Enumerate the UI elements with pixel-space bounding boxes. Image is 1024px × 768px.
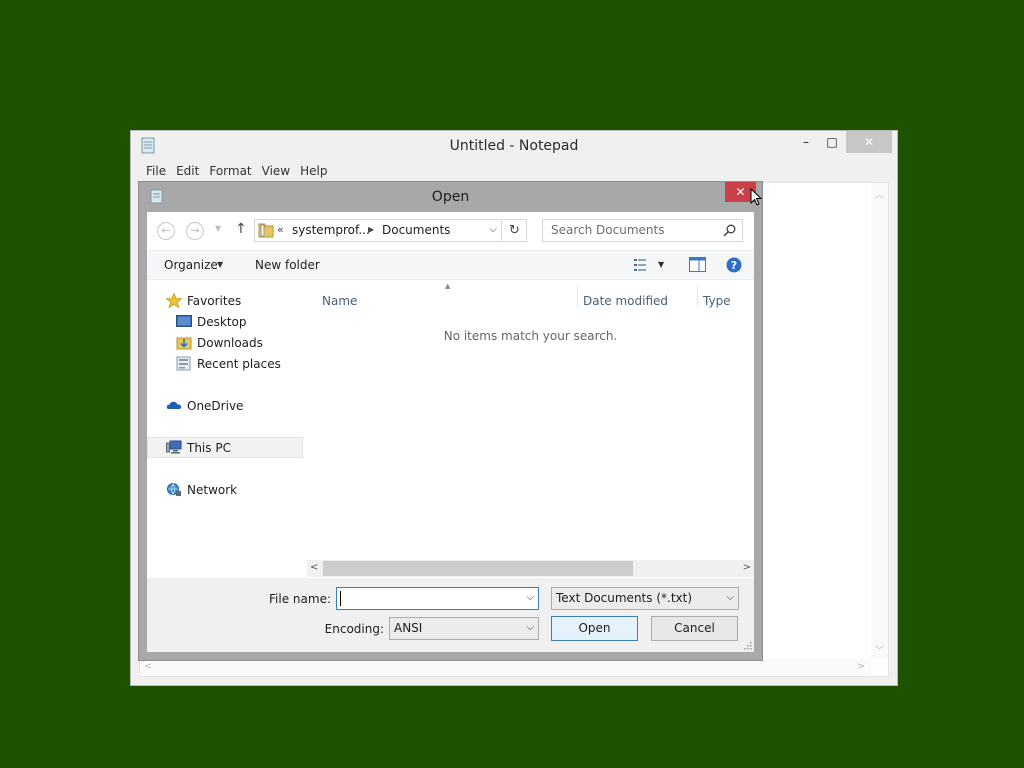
mouse-cursor-icon — [750, 188, 762, 206]
sort-ascending-icon: ▲ — [445, 282, 451, 290]
downloads-folder-icon — [176, 337, 192, 350]
navigation-pane: Favorites Desktop Downloads Recent place… — [147, 282, 305, 582]
organize-button[interactable]: Organize — [164, 258, 218, 272]
menu-edit[interactable]: Edit — [176, 161, 199, 182]
file-type-dropdown-icon[interactable]: ⌵ — [726, 592, 734, 603]
notepad-menu-bar: File Edit Format View Help — [131, 161, 897, 182]
scroll-right-icon[interactable]: > — [857, 661, 865, 672]
menu-help[interactable]: Help — [300, 161, 327, 182]
cancel-button[interactable]: Cancel — [651, 616, 738, 641]
column-header-type[interactable]: Type — [703, 294, 731, 308]
menu-file[interactable]: File — [146, 161, 166, 182]
notepad-title: Untitled - Notepad — [449, 138, 579, 154]
this-pc-icon — [166, 440, 182, 454]
nav-item-recent-places[interactable]: Recent places — [147, 353, 303, 374]
preview-pane-icon[interactable] — [689, 257, 706, 272]
address-bar[interactable]: « systemprof... ▶ Documents ⌵ — [254, 219, 502, 242]
scroll-left-icon[interactable]: < — [310, 562, 318, 573]
minimize-button[interactable]: – — [793, 131, 819, 153]
notepad-title-bar[interactable]: Untitled - Notepad – □ ✕ — [131, 131, 897, 161]
vertical-scrollbar[interactable]: ︿ ﹀ — [871, 183, 888, 659]
nav-item-this-pc[interactable]: This PC — [147, 437, 303, 458]
column-header-date-modified[interactable]: Date modified — [583, 294, 668, 308]
file-name-label: File name: — [269, 592, 331, 606]
network-icon — [167, 483, 181, 496]
new-folder-button[interactable]: New folder — [255, 258, 320, 272]
text-cursor — [340, 591, 341, 606]
nav-label-onedrive: OneDrive — [187, 399, 244, 413]
back-button[interactable]: ← — [157, 222, 175, 240]
horizontal-scrollbar[interactable]: < > — [140, 659, 871, 676]
command-bar: Organize ▼ New folder ▼ ? — [147, 250, 754, 280]
dialog-bottom-panel: File name: ⌵ Text Documents (*.txt) ⌵ En… — [147, 578, 754, 652]
file-type-value: Text Documents (*.txt) — [556, 591, 693, 605]
recent-places-icon — [176, 356, 191, 371]
dialog-title-bar[interactable]: Open ✕ — [139, 182, 762, 212]
nav-label-recent-places: Recent places — [197, 357, 281, 371]
forward-button[interactable]: → — [186, 222, 204, 240]
refresh-button[interactable]: ↻ — [503, 219, 527, 242]
close-button[interactable]: ✕ — [846, 131, 892, 153]
open-button[interactable]: Open — [551, 616, 638, 641]
change-view-icon[interactable] — [634, 258, 650, 272]
file-name-dropdown-icon[interactable]: ⌵ — [526, 592, 534, 603]
help-icon[interactable]: ? — [726, 257, 742, 273]
open-dialog: Open ✕ ← → ▼ ↑ « systemprof... ▶ Documen… — [138, 181, 763, 661]
recent-locations-dropdown-icon[interactable]: ▼ — [215, 224, 221, 233]
column-divider[interactable] — [577, 286, 578, 306]
encoding-select[interactable]: ANSI ⌵ — [389, 617, 539, 640]
scroll-up-icon[interactable]: ︿ — [871, 186, 888, 201]
encoding-value: ANSI — [394, 621, 423, 635]
nav-label-this-pc: This PC — [187, 441, 231, 455]
nav-item-onedrive[interactable]: OneDrive — [147, 395, 303, 416]
search-placeholder: Search Documents — [551, 223, 665, 237]
scroll-down-icon[interactable]: ﹀ — [871, 642, 888, 657]
dialog-title: Open — [431, 189, 470, 205]
nav-item-desktop[interactable]: Desktop — [147, 311, 303, 332]
column-header-name[interactable]: Name — [322, 294, 357, 308]
scrollbar-thumb[interactable] — [323, 561, 633, 576]
file-list-horizontal-scrollbar[interactable]: < > — [307, 560, 754, 577]
nav-label-favorites: Favorites — [187, 294, 242, 308]
search-icon[interactable] — [723, 224, 736, 237]
search-box[interactable]: Search Documents — [542, 219, 743, 242]
resize-grip-icon[interactable] — [744, 642, 752, 650]
file-list[interactable]: ▲ Name Date modified Type No items match… — [307, 282, 754, 582]
views-dropdown-icon[interactable]: ▼ — [658, 260, 664, 269]
file-name-combobox[interactable]: ⌵ — [336, 587, 539, 610]
onedrive-icon — [166, 401, 182, 409]
dialog-body: ← → ▼ ↑ « systemprof... ▶ Documents ⌵ ↻ … — [147, 212, 754, 652]
nav-item-downloads[interactable]: Downloads — [147, 332, 303, 353]
file-type-select[interactable]: Text Documents (*.txt) ⌵ — [551, 587, 739, 610]
desktop-icon — [176, 315, 192, 327]
menu-format[interactable]: Format — [209, 161, 251, 182]
encoding-dropdown-icon[interactable]: ⌵ — [526, 622, 534, 633]
scroll-left-icon[interactable]: < — [144, 661, 152, 672]
svg-text:?: ? — [731, 259, 737, 272]
nav-label-downloads: Downloads — [197, 336, 263, 350]
nav-item-favorites[interactable]: Favorites — [147, 290, 303, 311]
organize-dropdown-icon[interactable]: ▼ — [217, 260, 223, 269]
up-one-level-button[interactable]: ↑ — [235, 221, 247, 237]
empty-message: No items match your search. — [443, 329, 618, 343]
folder-icon — [258, 223, 274, 238]
address-overflow-icon[interactable]: « — [277, 223, 284, 236]
star-icon — [166, 293, 182, 308]
nav-label-desktop: Desktop — [197, 315, 247, 329]
nav-item-network[interactable]: Network — [147, 479, 303, 500]
breadcrumb-documents[interactable]: Documents — [382, 223, 450, 237]
maximize-button[interactable]: □ — [819, 131, 845, 153]
menu-view[interactable]: View — [262, 161, 290, 182]
breadcrumb-systemprofile[interactable]: systemprof... — [292, 223, 370, 237]
column-divider[interactable] — [697, 286, 698, 306]
nav-label-network: Network — [187, 483, 238, 497]
address-dropdown-icon[interactable]: ⌵ — [489, 224, 497, 235]
scroll-right-icon[interactable]: > — [743, 562, 751, 573]
breadcrumb-separator-icon[interactable]: ▶ — [368, 225, 374, 234]
encoding-label: Encoding: — [324, 622, 384, 636]
